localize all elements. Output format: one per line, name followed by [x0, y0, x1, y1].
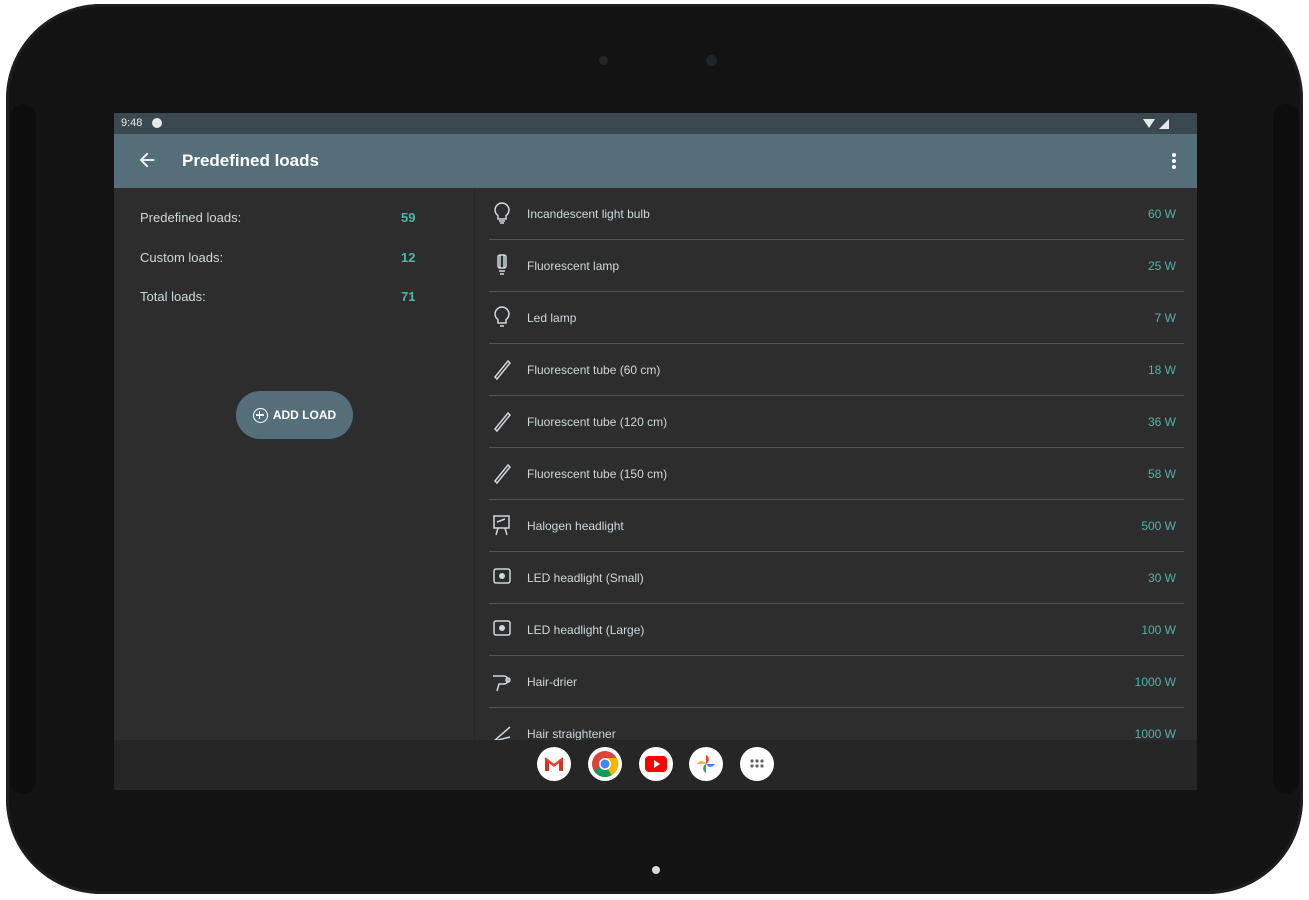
stat-label: Custom loads:	[140, 250, 224, 265]
app-drawer-icon[interactable]	[740, 747, 774, 781]
loads-list[interactable]: Incandescent light bulb 60 W Fluorescent…	[489, 188, 1184, 740]
hair-straightener-icon	[494, 726, 511, 740]
youtube-icon[interactable]	[639, 747, 673, 781]
list-item[interactable]: Incandescent light bulb 60 W	[489, 188, 1184, 240]
load-name: Fluorescent tube (150 cm)	[527, 467, 668, 481]
front-camera	[706, 55, 717, 66]
summary-pane: Predefined loads: 59 Custom loads: 12 To…	[114, 188, 475, 740]
stat-custom-loads: Custom loads: 12	[140, 248, 420, 268]
stat-value: 59	[401, 210, 416, 225]
photos-icon[interactable]	[689, 747, 723, 781]
load-power: 1000 W	[1134, 675, 1176, 689]
list-item[interactable]: Fluorescent tube (60 cm) 18 W	[489, 344, 1184, 396]
load-name: Incandescent light bulb	[527, 207, 650, 221]
bulb-icon	[494, 202, 510, 224]
more-vert-icon[interactable]	[1171, 152, 1177, 170]
app-dock	[114, 740, 1197, 790]
gmail-icon[interactable]	[537, 747, 571, 781]
list-item[interactable]: Hair-drier 1000 W	[489, 656, 1184, 708]
list-item[interactable]: Fluorescent lamp 25 W	[489, 240, 1184, 292]
load-name: Fluorescent tube (120 cm)	[527, 415, 668, 429]
stat-value: 71	[401, 289, 416, 304]
load-power: 60 W	[1147, 207, 1176, 221]
tablet-edge-left	[10, 104, 36, 794]
load-name: Fluorescent lamp	[527, 259, 620, 273]
status-time: 9:48	[121, 117, 143, 129]
add-load-label: ADD LOAD	[272, 408, 337, 422]
home-indicator	[652, 866, 660, 874]
load-power: 58 W	[1147, 467, 1176, 481]
load-power: 1000 W	[1134, 727, 1176, 740]
load-power: 7 W	[1154, 311, 1176, 325]
load-power: 30 W	[1147, 571, 1176, 585]
fluorescent-lamp-icon	[497, 254, 507, 275]
list-item[interactable]: LED headlight (Small) 30 W	[489, 552, 1184, 604]
screen: 9:48 Predefined loads Predefined loads: …	[114, 113, 1197, 790]
load-power: 100 W	[1141, 623, 1176, 637]
load-power: 36 W	[1147, 415, 1176, 429]
led-headlight-icon	[493, 568, 511, 584]
load-power: 18 W	[1147, 363, 1176, 377]
list-item[interactable]: Hair straightener 1000 W	[489, 708, 1184, 740]
tube-icon	[493, 411, 512, 433]
add-load-button[interactable]: ADD LOAD	[236, 391, 353, 439]
notification-icon	[152, 118, 162, 128]
tube-icon	[493, 463, 512, 485]
list-item[interactable]: LED headlight (Large) 100 W	[489, 604, 1184, 656]
load-name: Hair straightener	[527, 727, 616, 740]
signal-icon	[1159, 119, 1169, 129]
led-bulb-icon	[494, 306, 510, 327]
chrome-icon[interactable]	[588, 747, 622, 781]
stat-value: 12	[401, 250, 416, 265]
back-arrow-icon[interactable]	[136, 149, 158, 171]
tube-icon	[493, 359, 512, 381]
headlight-icon	[493, 515, 510, 536]
app-bar: Predefined loads	[114, 134, 1197, 188]
stat-total-loads: Total loads: 71	[140, 287, 420, 307]
list-item[interactable]: Fluorescent tube (120 cm) 36 W	[489, 396, 1184, 448]
hair-dryer-icon	[493, 675, 511, 692]
list-item[interactable]: Led lamp 7 W	[489, 292, 1184, 344]
list-item[interactable]: Fluorescent tube (150 cm) 58 W	[489, 448, 1184, 500]
load-name: LED headlight (Large)	[527, 623, 645, 637]
stat-predefined-loads: Predefined loads: 59	[140, 208, 420, 228]
load-power: 500 W	[1141, 519, 1176, 533]
load-name: Fluorescent tube (60 cm)	[527, 363, 661, 377]
load-name: Led lamp	[527, 311, 577, 325]
stat-label: Predefined loads:	[140, 210, 242, 225]
load-name: LED headlight (Small)	[527, 571, 644, 585]
add-circle-icon	[252, 407, 268, 423]
page-title: Predefined loads	[182, 151, 319, 170]
load-power: 25 W	[1147, 259, 1176, 273]
status-bar: 9:48	[114, 113, 1197, 134]
list-item[interactable]: Halogen headlight 500 W	[489, 500, 1184, 552]
led-headlight-icon	[493, 620, 511, 636]
wifi-icon	[1143, 119, 1155, 128]
front-sensor	[599, 56, 608, 65]
stat-label: Total loads:	[140, 289, 206, 304]
load-name: Halogen headlight	[527, 519, 624, 533]
load-name: Hair-drier	[527, 675, 578, 689]
tablet-edge-right	[1273, 104, 1299, 794]
